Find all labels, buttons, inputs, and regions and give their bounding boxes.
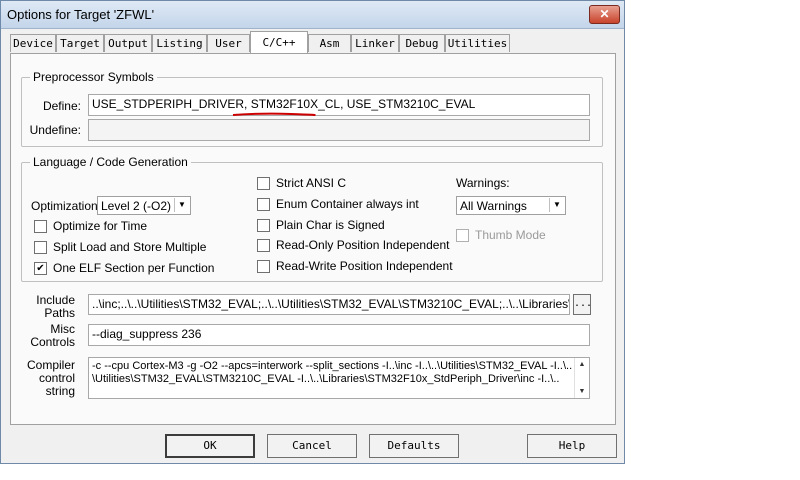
plain-char-signed-checkbox[interactable]: Plain Char is Signed — [257, 218, 385, 232]
optimization-value: Level 2 (-O2) — [101, 199, 172, 213]
tab-device[interactable]: Device — [10, 34, 56, 52]
tab-debug[interactable]: Debug — [399, 34, 445, 52]
include-paths-label: Include Paths — [19, 294, 75, 320]
rw-pos-indep-checkbox[interactable]: Read-Write Position Independent — [257, 259, 453, 273]
checkbox-box — [257, 176, 270, 190]
compiler-control-label: Compiler control string — [19, 359, 75, 398]
checkbox-box — [257, 197, 270, 211]
ok-button[interactable]: OK — [165, 434, 255, 458]
enum-container-checkbox[interactable]: Enum Container always int — [257, 197, 419, 211]
checkbox-box — [456, 228, 469, 242]
undefine-label: Undefine: — [29, 123, 81, 137]
split-load-store-label: Split Load and Store Multiple — [53, 240, 207, 254]
enum-container-label: Enum Container always int — [276, 197, 419, 211]
tab-c-cpp[interactable]: C/C++ — [250, 31, 308, 53]
tab-user[interactable]: User — [207, 34, 250, 52]
options-dialog: Options for Target 'ZFWL' ✕ Device Targe… — [0, 0, 625, 464]
one-elf-section-checkbox[interactable]: ✔ One ELF Section per Function — [34, 261, 214, 275]
misc-controls-input[interactable]: --diag_suppress 236 — [88, 324, 590, 346]
optimize-for-time-label: Optimize for Time — [53, 219, 148, 233]
scroll-up-icon[interactable]: ▲ — [575, 358, 589, 371]
include-paths-browse-button[interactable]: ... — [573, 294, 592, 315]
tab-listing[interactable]: Listing — [152, 34, 207, 52]
tab-output[interactable]: Output — [104, 34, 152, 52]
check-icon: ✔ — [34, 261, 47, 275]
language-group-label: Language / Code Generation — [30, 155, 191, 169]
compiler-control-textarea[interactable]: -c --cpu Cortex-M3 -g -O2 --apcs=interwo… — [88, 357, 590, 399]
checkbox-box — [257, 218, 270, 232]
checkbox-box — [257, 238, 270, 252]
include-paths-label-line2: Paths — [44, 306, 75, 320]
help-button[interactable]: Help — [527, 434, 617, 458]
scroll-down-icon[interactable]: ▼ — [575, 385, 589, 398]
warnings-select[interactable]: All Warnings ▼ — [456, 196, 566, 215]
preprocessor-group-label: Preprocessor Symbols — [30, 70, 157, 84]
title-bar[interactable]: Options for Target 'ZFWL' ✕ — [1, 1, 624, 29]
strict-ansi-label: Strict ANSI C — [276, 176, 347, 190]
tab-target[interactable]: Target — [56, 34, 104, 52]
checkbox-box — [34, 240, 47, 254]
misc-controls-label: Misc Controls — [19, 323, 75, 349]
close-icon[interactable]: ✕ — [589, 5, 620, 24]
split-load-store-checkbox[interactable]: Split Load and Store Multiple — [34, 240, 206, 254]
ro-pos-indep-checkbox[interactable]: Read-Only Position Independent — [257, 238, 449, 252]
tab-asm[interactable]: Asm — [308, 34, 351, 52]
checkbox-box — [34, 219, 47, 233]
warnings-label: Warnings: — [456, 176, 510, 190]
plain-char-signed-label: Plain Char is Signed — [276, 218, 385, 232]
misc-controls-label-line2: Controls — [30, 335, 75, 349]
strict-ansi-checkbox[interactable]: Strict ANSI C — [257, 176, 346, 190]
optimization-select[interactable]: Level 2 (-O2) ▼ — [97, 196, 191, 215]
thumb-mode-label: Thumb Mode — [475, 228, 546, 242]
tab-linker[interactable]: Linker — [351, 34, 399, 52]
thumb-mode-checkbox[interactable]: Thumb Mode — [456, 228, 546, 242]
define-label: Define: — [42, 99, 81, 113]
optimize-for-time-checkbox[interactable]: Optimize for Time — [34, 219, 147, 233]
define-input[interactable]: USE_STDPERIPH_DRIVER, STM32F10X_CL, USE_… — [88, 94, 590, 116]
vertical-scrollbar[interactable]: ▲ ▼ — [574, 358, 589, 398]
compiler-control-line2: \Utilities\STM32_EVAL\STM3210C_EVAL -I..… — [92, 373, 560, 385]
include-paths-input[interactable]: ..\inc;..\..\Utilities\STM32_EVAL;..\..\… — [88, 294, 570, 315]
window-title: Options for Target 'ZFWL' — [7, 7, 155, 22]
rw-pos-indep-label: Read-Write Position Independent — [276, 259, 453, 273]
chevron-down-icon: ▼ — [174, 198, 189, 212]
tab-utilities[interactable]: Utilities — [445, 34, 510, 52]
optimization-label: Optimization: — [31, 199, 102, 213]
ro-pos-indep-label: Read-Only Position Independent — [276, 238, 450, 252]
compiler-control-line1: -c --cpu Cortex-M3 -g -O2 --apcs=interwo… — [92, 360, 573, 372]
one-elf-section-label: One ELF Section per Function — [53, 261, 215, 275]
chevron-down-icon: ▼ — [549, 198, 564, 212]
defaults-button[interactable]: Defaults — [369, 434, 459, 458]
warnings-value: All Warnings — [460, 199, 527, 213]
checkbox-box — [257, 259, 270, 273]
compiler-control-label-line3: string — [45, 384, 75, 398]
cancel-button[interactable]: Cancel — [267, 434, 357, 458]
undefine-input[interactable] — [88, 119, 590, 141]
